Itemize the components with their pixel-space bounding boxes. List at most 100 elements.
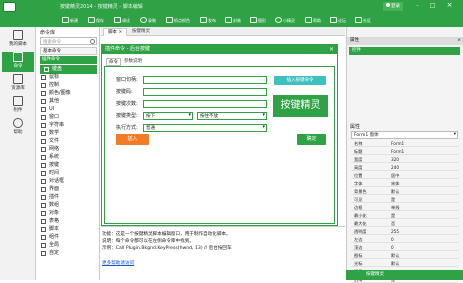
chevron-down-icon: ▾: [262, 124, 265, 130]
help-line: 示例：Call Plugin.Bkgnd.KeyPress(hwnd, 13) …: [102, 246, 232, 251]
property-row[interactable]: 图标 默认: [351, 252, 458, 259]
debug-button[interactable]: 调试: [114, 16, 130, 25]
property-row[interactable]: 最小化是: [351, 212, 458, 219]
pick-color-button[interactable]: 抓点抓色: [166, 16, 190, 25]
command-group-basic[interactable]: 基本命令: [40, 47, 97, 55]
property-row[interactable]: 最大化否: [351, 220, 458, 227]
forum-button[interactable]: 论坛: [330, 16, 346, 25]
maximize-button[interactable]: □: [428, 2, 437, 9]
key-type-select[interactable]: 按下 ▾: [143, 112, 193, 120]
community-button[interactable]: 社区: [355, 16, 371, 25]
command-group-plugin[interactable]: 插件命令: [40, 56, 97, 64]
command-item[interactable]: 自定: [41, 249, 59, 258]
wizard-icon: [275, 17, 282, 23]
nav-attachments[interactable]: 附件: [2, 96, 34, 116]
status-text: 按键精灵: [366, 272, 384, 277]
command-icon: [44, 67, 49, 72]
close-button[interactable]: ×: [445, 1, 454, 9]
search-icon: [90, 39, 95, 44]
property-row[interactable]: 可见是: [351, 196, 458, 203]
save-icon: [88, 17, 95, 23]
save-button[interactable]: 保存: [88, 16, 104, 25]
editor-tab-bar: 脚本 × 按键精灵: [101, 27, 345, 36]
property-row[interactable]: 宽度 320: [351, 156, 458, 163]
nav-help[interactable]: 帮助: [2, 118, 34, 138]
property-row[interactable]: 标题 Form1: [351, 148, 458, 155]
help-area: 功能：这是一个按键精灵脚本编辑窗口，用于制作自动化脚本。 说明：每个命令都可以在…: [101, 226, 345, 280]
command-panel: 命令库 搜索命令 基本命令 插件命令 键盘 鼠标 控制 颜色/图像 其他 UI …: [37, 27, 100, 280]
ok-button[interactable]: 确定: [297, 134, 326, 145]
editor-tab[interactable]: 脚本 ×: [103, 28, 128, 36]
property-row[interactable]: 顶边 0: [351, 244, 458, 251]
control-tab[interactable]: 控件: [349, 47, 460, 55]
panel-close-icon[interactable]: ×: [457, 37, 461, 45]
key-hold-select[interactable]: 按住不放 ▾: [197, 112, 267, 120]
forum-icon: [330, 17, 337, 23]
property-row[interactable]: 左边 0: [351, 236, 458, 243]
right-panel-header: 属性 ×: [347, 37, 463, 45]
new-button[interactable]: 新建: [62, 16, 78, 25]
property-row[interactable]: 名称 Form1: [351, 140, 458, 147]
command-icon: [41, 107, 46, 112]
command-icon: [41, 123, 46, 128]
key-count-input[interactable]: [143, 100, 267, 108]
property-row[interactable]: 光标 默认: [351, 260, 458, 267]
dialog-close-button[interactable]: ×: [329, 45, 334, 54]
properties-object-select[interactable]: Form1 窗体 ▾: [351, 131, 458, 139]
command-icon: [41, 195, 46, 200]
command-icon: [41, 187, 46, 192]
nav-resources[interactable]: 资源库: [2, 74, 34, 94]
help-icon: [305, 17, 312, 23]
command-icon: [41, 115, 46, 120]
image-icon: [250, 17, 257, 23]
field-label-keytype: 按键类型:: [116, 113, 138, 119]
window-handle-input[interactable]: [143, 76, 267, 84]
user-icon: [386, 3, 390, 7]
wizard-button[interactable]: 小精灵: [275, 16, 295, 25]
property-row[interactable]: 边框 单线: [351, 204, 458, 211]
insert-key-command-button[interactable]: 插入按键命令: [274, 76, 326, 85]
property-row[interactable]: 背景色 默认: [351, 188, 458, 195]
left-nav: 我的脚本 命令 资源库 附件 帮助: [0, 27, 36, 280]
package-button[interactable]: 封装: [225, 16, 241, 25]
user-login-button[interactable]: 登录: [383, 2, 403, 11]
dialog-tab-params[interactable]: 参数说明: [122, 58, 144, 64]
command-icon: [41, 147, 46, 152]
exec-mode-select[interactable]: 普通 ▾: [143, 124, 267, 132]
help-line: 说明：每个命令都可以在左侧命令库中找到。: [102, 239, 194, 244]
debug-icon: [114, 17, 121, 23]
publish-button[interactable]: 发布: [200, 16, 216, 25]
property-row[interactable]: 透明度 255: [351, 228, 458, 235]
help-link[interactable]: 更多帮助请访问: [102, 260, 344, 267]
command-search-input[interactable]: 搜索命令: [40, 37, 97, 45]
record-button[interactable]: 录制: [140, 16, 156, 25]
property-row[interactable]: 字体 宋体: [351, 180, 458, 187]
help-button[interactable]: 帮助: [305, 16, 321, 25]
property-row[interactable]: 高度 240: [351, 164, 458, 171]
grid-icon: [13, 52, 23, 62]
graphics-button[interactable]: 图形: [250, 16, 266, 25]
plugin-command-dialog: 插件命令 - 后台按键 × 命令 参数说明 窗口句柄: 按键码: 按键次数: 按…: [101, 44, 338, 226]
title-bar: 按键精灵2014 - 按键精灵 - 脚本编辑 登录 - □ ×: [0, 0, 463, 14]
tab-close-icon[interactable]: ×: [118, 30, 122, 35]
window-title: 按键精灵2014 - 按键精灵 - 脚本编辑: [60, 4, 143, 10]
field-label-mode: 执行方式:: [116, 125, 138, 131]
help-line: 功能：这是一个按键精灵脚本编辑窗口，用于制作自动化脚本。: [102, 232, 231, 237]
nav-my-scripts[interactable]: 我的脚本: [2, 30, 34, 50]
insert-button[interactable]: 插入: [116, 134, 149, 145]
field-label-count: 按键次数:: [116, 101, 138, 107]
nav-commands[interactable]: 命令: [2, 52, 34, 72]
right-panel: 属性 × 控件 属性 Form1 窗体 ▾ 名称 Form1 标题 Form1 宽度…: [346, 27, 463, 283]
command-icon: [41, 211, 46, 216]
command-icon: [41, 83, 46, 88]
command-icon: [41, 227, 46, 232]
dialog-tab-command[interactable]: 命令: [106, 58, 121, 66]
properties-grid: 名称 Form1 标题 Form1 宽度 320 高度 240 位置 居中 字体 宋体 背景…: [347, 140, 463, 283]
command-list: 键盘 鼠标 控制 颜色/图像 其他 UI 窗口 字符串 数学 文件 网络 系统 …: [37, 65, 99, 275]
editor-mode-button[interactable]: 按键精灵: [129, 28, 153, 36]
keycode-input[interactable]: [143, 88, 267, 96]
command-icon: [41, 251, 46, 256]
minimize-button[interactable]: -: [413, 2, 422, 9]
property-row[interactable]: 位置 居中: [351, 172, 458, 179]
main-toolbar: 新建 保存 调试 录制 抓点抓色 发布 封装 图形 小精灵 帮助 论坛 社区: [0, 14, 463, 27]
